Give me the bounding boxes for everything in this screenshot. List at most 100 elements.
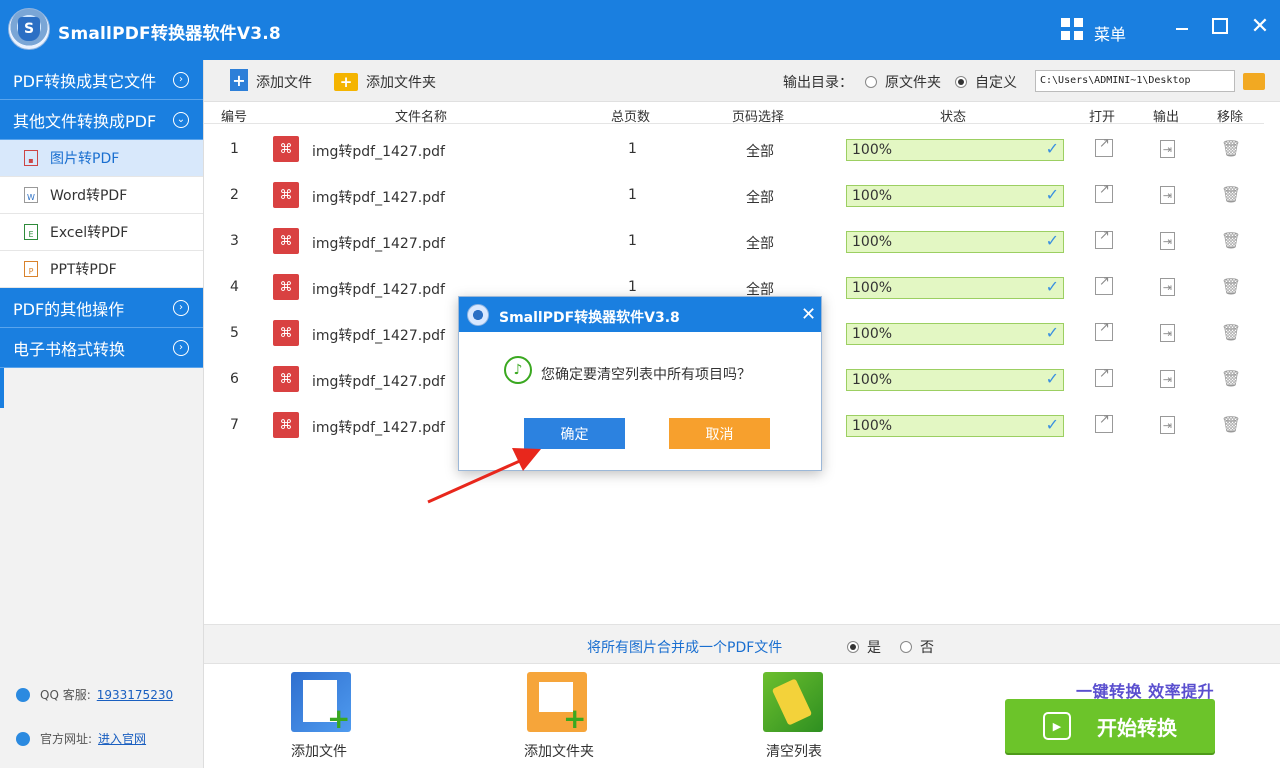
sidebar-item-label: Word转PDF — [50, 188, 128, 204]
sidebar-item-label: PPT转PDF — [50, 262, 117, 278]
sidebar-category-ebook[interactable]: 电子书格式转换 › — [0, 328, 203, 368]
dialog-close-icon[interactable]: ✕ — [801, 304, 816, 325]
menu-button[interactable]: 菜单 — [1094, 21, 1126, 45]
qq-number-link[interactable]: 1933175230 — [97, 688, 173, 702]
trash-icon[interactable]: 🗑 — [1221, 368, 1241, 388]
app-title: SmallPDF转换器软件V3.8 — [58, 24, 281, 44]
row-file-name: img转pdf_1427.pdf — [312, 144, 445, 160]
header-name: 文件名称 — [395, 110, 448, 125]
header-open: 打开 — [1089, 110, 1116, 125]
trash-icon[interactable]: 🗑 — [1221, 230, 1241, 250]
table-row[interactable]: 1 ⌘ img转pdf_1427.pdf 1 全部 100% ✓ ⇥ 🗑 — [204, 126, 1264, 172]
row-page-range: 全部 — [746, 236, 774, 252]
add-file-big-button[interactable]: + — [291, 672, 351, 733]
qq-label: QQ 客服: — [40, 688, 91, 702]
dialog-cancel-button[interactable]: 取消 — [669, 418, 770, 449]
add-file-label: 添加文件 — [256, 75, 312, 91]
table-row[interactable]: 3 ⌘ img转pdf_1427.pdf 1 全部 100% ✓ ⇥ 🗑 — [204, 218, 1264, 264]
official-site: 官方网址: 进入官网 — [16, 730, 146, 747]
row-number: 7 — [230, 417, 239, 433]
open-file-icon[interactable] — [1095, 320, 1113, 341]
output-original-label: 原文件夹 — [885, 75, 941, 91]
output-icon[interactable]: ⇥ — [1160, 140, 1175, 158]
open-file-icon[interactable] — [1095, 412, 1113, 433]
close-button[interactable]: ✕ — [1248, 14, 1272, 39]
sidebar-item-excel-to-pdf[interactable]: E Excel转PDF — [0, 214, 203, 251]
output-icon[interactable]: ⇥ — [1160, 232, 1175, 250]
output-original-radio[interactable]: 原文件夹 — [865, 72, 941, 92]
row-file-name: img转pdf_1427.pdf — [312, 190, 445, 206]
add-folder-big-button[interactable]: + — [527, 672, 587, 735]
row-file-name: img转pdf_1427.pdf — [312, 236, 445, 252]
menu-grid-icon[interactable] — [1061, 18, 1083, 40]
plus-icon: + — [563, 702, 587, 735]
chevron-down-icon: ⌄ — [173, 112, 189, 128]
checkmark-icon: ✓ — [1045, 139, 1059, 158]
trash-icon[interactable]: 🗑 — [1221, 138, 1241, 158]
trash-icon[interactable]: 🗑 — [1221, 184, 1241, 204]
broom-icon — [771, 678, 813, 726]
merge-no-radio[interactable]: 否 — [900, 637, 934, 657]
row-progress-text: 100% — [852, 188, 893, 204]
open-file-icon[interactable] — [1095, 136, 1113, 157]
sidebar-category-pdf-other-ops[interactable]: PDF的其他操作 › — [0, 288, 203, 328]
radio-selected-icon — [847, 641, 859, 653]
minimize-button[interactable] — [1170, 14, 1194, 38]
header-remove: 移除 — [1217, 110, 1244, 125]
output-custom-radio[interactable]: 自定义 — [955, 72, 1017, 92]
open-file-icon[interactable] — [1095, 182, 1113, 203]
sidebar-category-label: 其他文件转换成PDF — [13, 111, 157, 131]
add-file-toolbar-button[interactable]: + 添加文件 — [230, 69, 312, 92]
official-site-link[interactable]: 进入官网 — [98, 730, 146, 747]
checkmark-icon: ✓ — [1045, 369, 1059, 388]
dialog-message: 您确定要清空列表中所有项目吗？ — [541, 367, 751, 383]
open-file-icon[interactable] — [1095, 366, 1113, 387]
output-icon[interactable]: ⇥ — [1160, 186, 1175, 204]
open-file-icon[interactable] — [1095, 274, 1113, 295]
row-progress-bar: 100% ✓ — [846, 139, 1064, 161]
row-page-range: 全部 — [746, 190, 774, 206]
row-number: 5 — [230, 325, 239, 341]
row-progress-bar: 100% ✓ — [846, 415, 1064, 437]
row-page-count: 1 — [628, 187, 637, 203]
start-convert-button[interactable]: ▶ 开始转换 — [1005, 699, 1215, 753]
trash-icon[interactable]: 🗑 — [1221, 322, 1241, 342]
trash-icon[interactable]: 🗑 — [1221, 276, 1241, 296]
dialog-ok-button[interactable]: 确定 — [524, 418, 625, 449]
trash-icon[interactable]: 🗑 — [1221, 414, 1241, 434]
pdf-file-icon: ⌘ — [273, 320, 299, 346]
sidebar-category-pdf-to-other[interactable]: PDF转换成其它文件 › — [0, 60, 203, 100]
title-bar: S SmallPDF转换器软件V3.8 菜单 ✕ — [0, 0, 1280, 60]
sidebar-item-word-to-pdf[interactable]: W Word转PDF — [0, 177, 203, 214]
clear-list-big-button[interactable] — [763, 672, 823, 732]
browse-folder-icon[interactable] — [1243, 73, 1265, 90]
open-file-icon[interactable] — [1095, 228, 1113, 249]
row-number: 4 — [230, 279, 239, 295]
merge-yes-radio[interactable]: 是 — [847, 637, 881, 657]
maximize-button[interactable] — [1208, 14, 1232, 38]
qq-support: QQ 客服: 1933175230 — [16, 686, 173, 703]
header-no: 编号 — [221, 110, 248, 125]
header-output: 输出 — [1153, 110, 1180, 125]
checkmark-icon: ✓ — [1045, 231, 1059, 250]
row-page-count: 1 — [628, 141, 637, 157]
sidebar-item-ppt-to-pdf[interactable]: P PPT转PDF — [0, 251, 203, 288]
pdf-file-icon: ⌘ — [273, 412, 299, 438]
sidebar-category-other-to-pdf[interactable]: 其他文件转换成PDF ⌄ — [0, 100, 203, 140]
radio-icon — [900, 641, 912, 653]
output-icon[interactable]: ⇥ — [1160, 324, 1175, 342]
file-table-header: 编号 文件名称 总页数 页码选择 状态 打开 输出 移除 — [204, 102, 1264, 125]
pdf-file-icon: ⌘ — [273, 366, 299, 392]
output-icon[interactable]: ⇥ — [1160, 370, 1175, 388]
row-progress-bar: 100% ✓ — [846, 277, 1064, 299]
sidebar-item-label: 图片转PDF — [50, 151, 120, 167]
add-folder-toolbar-button[interactable]: + 添加文件夹 — [334, 72, 436, 92]
sidebar-item-image-to-pdf[interactable]: ▪ 图片转PDF — [0, 140, 203, 177]
add-folder-big-label: 添加文件夹 — [524, 744, 594, 760]
pdf-file-icon: ⌘ — [273, 228, 299, 254]
ppt-file-icon: P — [24, 261, 38, 277]
output-icon[interactable]: ⇥ — [1160, 416, 1175, 434]
output-icon[interactable]: ⇥ — [1160, 278, 1175, 296]
output-path-field[interactable]: C:\Users\ADMINI~1\Desktop — [1035, 70, 1235, 92]
table-row[interactable]: 2 ⌘ img转pdf_1427.pdf 1 全部 100% ✓ ⇥ 🗑 — [204, 172, 1264, 218]
